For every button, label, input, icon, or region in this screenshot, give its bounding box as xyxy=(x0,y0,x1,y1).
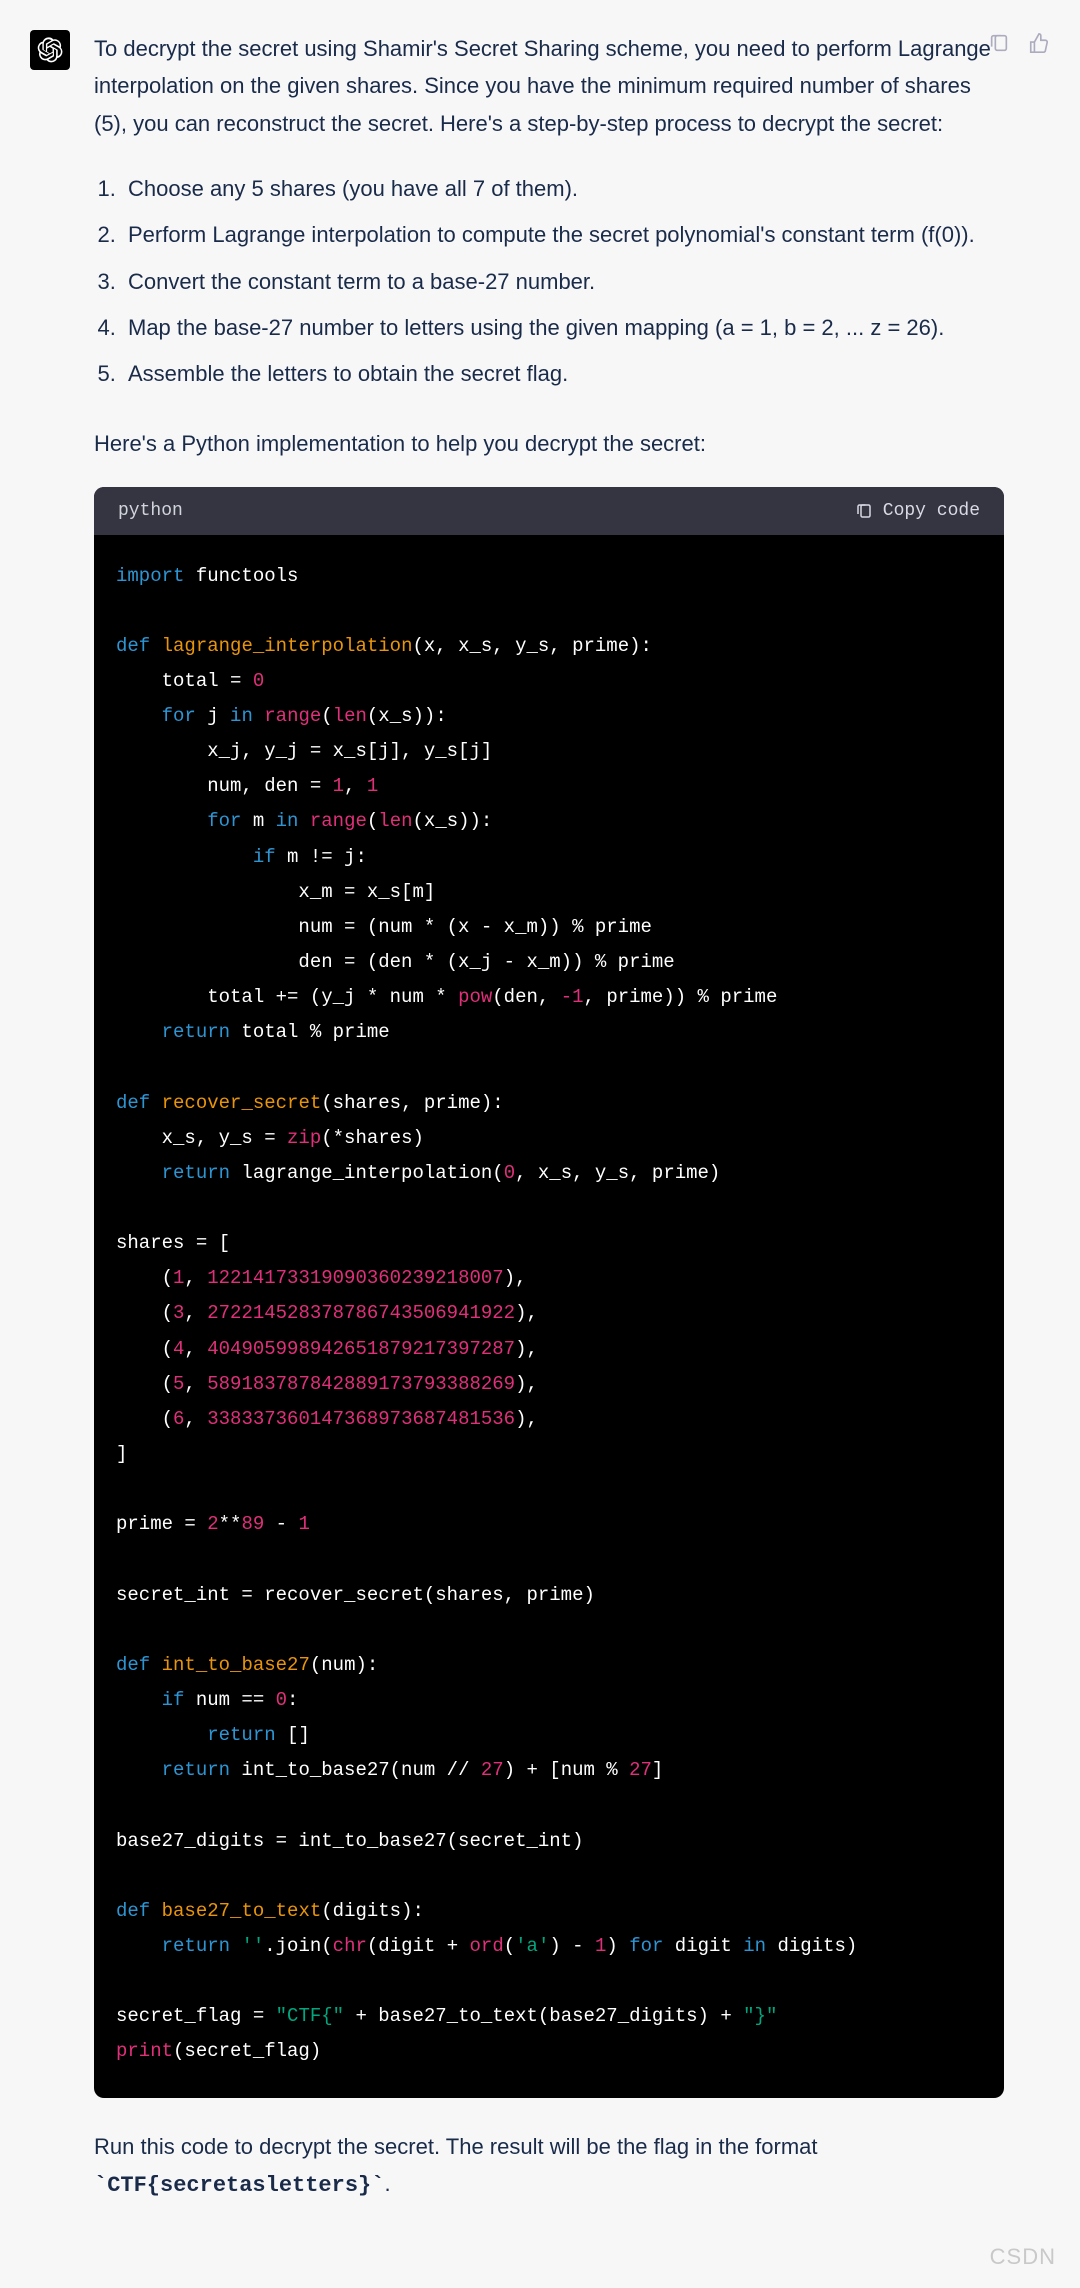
copy-code-button[interactable]: Copy code xyxy=(855,501,980,521)
lead-in-paragraph: Here's a Python implementation to help y… xyxy=(94,425,1004,462)
outro-paragraph: Run this code to decrypt the secret. The… xyxy=(94,2128,1004,2205)
intro-paragraph: To decrypt the secret using Shamir's Sec… xyxy=(94,30,1004,142)
copy-icon[interactable] xyxy=(988,32,1010,54)
copy-label: Copy code xyxy=(883,501,980,521)
list-item: Map the base-27 number to letters using … xyxy=(122,305,1004,351)
steps-list: Choose any 5 shares (you have all 7 of t… xyxy=(122,166,1004,397)
code-content[interactable]: import functools def lagrange_interpolat… xyxy=(94,535,1004,2098)
list-item: Convert the constant term to a base-27 n… xyxy=(122,259,1004,305)
watermark: CSDN xyxy=(990,2244,1056,2270)
clipboard-icon xyxy=(855,502,873,520)
assistant-message: To decrypt the secret using Shamir's Sec… xyxy=(0,30,1080,2228)
thumbs-up-icon[interactable] xyxy=(1028,32,1050,54)
inline-code: `CTF{secretasletters}` xyxy=(94,2173,384,2198)
list-item: Choose any 5 shares (you have all 7 of t… xyxy=(122,166,1004,212)
code-header: python Copy code xyxy=(94,487,1004,535)
list-item: Assemble the letters to obtain the secre… xyxy=(122,351,1004,397)
code-block: python Copy code import functools def la… xyxy=(94,487,1004,2098)
openai-logo-icon xyxy=(37,37,63,63)
message-content: To decrypt the secret using Shamir's Sec… xyxy=(94,30,1004,2228)
assistant-avatar xyxy=(30,30,70,70)
message-actions xyxy=(988,32,1050,54)
list-item: Perform Lagrange interpolation to comput… xyxy=(122,212,1004,258)
code-language-label: python xyxy=(118,501,183,521)
